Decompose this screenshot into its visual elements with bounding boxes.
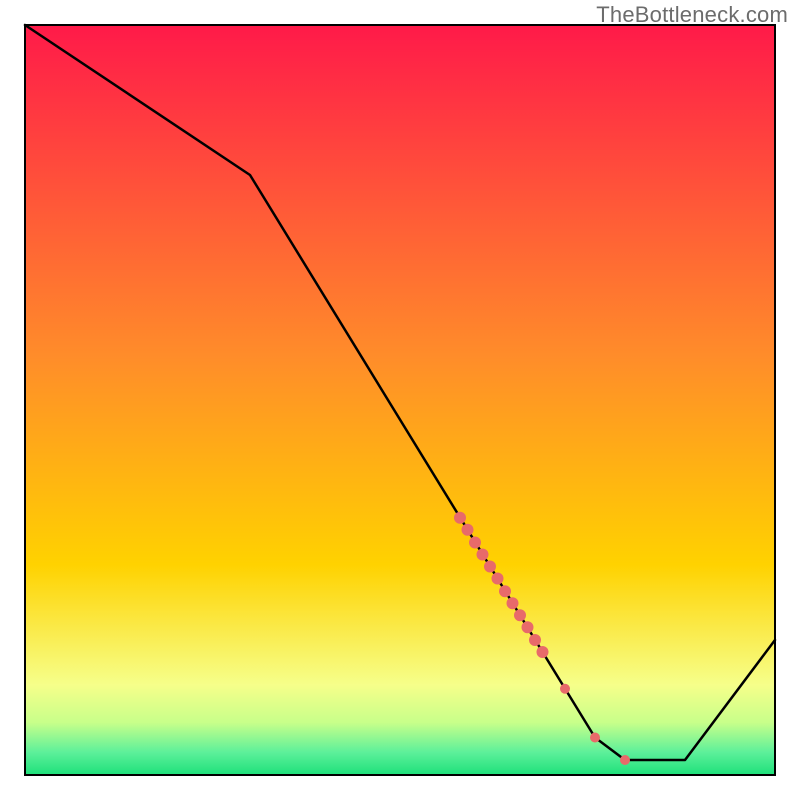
marker-dot (462, 524, 474, 536)
marker-dot (507, 597, 519, 609)
marker-dot (477, 549, 489, 561)
marker-dot (514, 609, 526, 621)
plot-area (25, 25, 775, 775)
marker-dot (522, 621, 534, 633)
chart-container: TheBottleneck.com (0, 0, 800, 800)
watermark-text: TheBottleneck.com (596, 2, 788, 28)
marker-dot (620, 755, 630, 765)
marker-dot (454, 512, 466, 524)
marker-dot (484, 561, 496, 573)
marker-dot (560, 684, 570, 694)
marker-dot (499, 585, 511, 597)
marker-dot (590, 733, 600, 743)
bottleneck-chart (0, 0, 800, 800)
plot-background (25, 25, 775, 775)
marker-dot (469, 537, 481, 549)
marker-dot (537, 646, 549, 658)
marker-dot (529, 634, 541, 646)
marker-dot (492, 573, 504, 585)
